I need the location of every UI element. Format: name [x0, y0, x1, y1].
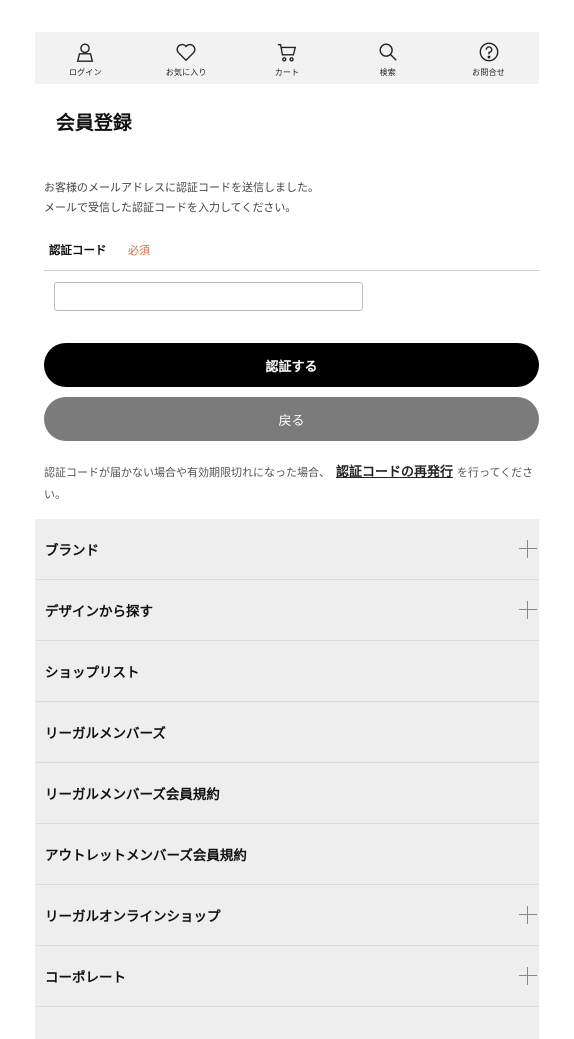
nav-favorites-label: お気に入り [165, 68, 207, 77]
plus-icon [519, 540, 537, 558]
menu-item-online-shop[interactable]: リーガルオンラインショップ [35, 885, 539, 946]
menu-item-label: ブランド [45, 543, 99, 559]
plus-icon [519, 967, 537, 985]
nav-cart-label: カート [274, 68, 300, 77]
menu-item-regal-members[interactable]: リーガルメンバーズ [35, 702, 539, 763]
page-container: ログイン お気に入り カート 検索 お問合せ 会員登録 お客様のメールアドレスに… [35, 32, 539, 1039]
question-icon [479, 42, 498, 62]
plus-icon [519, 906, 537, 924]
nav-favorites[interactable]: お気に入り [136, 32, 237, 84]
menu-item-label: ショップリスト [45, 665, 140, 681]
info-text: お客様のメールアドレスに認証コードを送信しました。 メールで受信した認証コードを… [44, 178, 319, 218]
nav-search[interactable]: 検索 [337, 32, 438, 84]
back-button[interactable]: 戻る [44, 397, 539, 441]
nav-login-label: ログイン [68, 68, 102, 77]
user-icon [77, 43, 94, 62]
info-line-2: メールで受信した認証コードを入力してください。 [44, 201, 297, 214]
menu-item-label: リーガルオンラインショップ [45, 909, 221, 925]
nav-contact[interactable]: お問合せ [438, 32, 539, 84]
menu-item-outlet-terms[interactable]: アウトレットメンバーズ会員規約 [35, 824, 539, 885]
menu-item-label: アウトレットメンバーズ会員規約 [45, 848, 247, 864]
menu-item-label: デザインから探す [45, 604, 153, 620]
verification-code-input[interactable] [54, 282, 363, 311]
nav-search-label: 検索 [379, 68, 396, 77]
menu-item-corporate[interactable]: コーポレート [35, 946, 539, 1007]
nav-login[interactable]: ログイン [35, 32, 136, 84]
nav-contact-label: お問合せ [472, 68, 505, 77]
resend-note: 認証コードが届かない場合や有効期限切れになった場合、 認証コードの再発行 を行ってく… [44, 462, 539, 506]
heart-icon [176, 43, 196, 62]
code-field-label: 認証コード [49, 243, 107, 257]
search-icon [379, 43, 397, 61]
menu-item-shop-list[interactable]: ショップリスト [35, 641, 539, 702]
menu-item-brand[interactable]: ブランド [35, 519, 539, 580]
nav-cart[interactable]: カート [237, 32, 338, 84]
footer-menu: ブランド デザインから探す ショップリスト リーガルメンバーズ リーガルメンバー… [35, 519, 539, 1039]
menu-item-members-terms[interactable]: リーガルメンバーズ会員規約 [35, 763, 539, 824]
note-text-before: 認証コードが届かない場合や有効期限切れになった場合、 [44, 466, 330, 479]
menu-item-label: リーガルメンバーズ [45, 726, 166, 742]
divider [44, 270, 539, 271]
menu-item-label: コーポレート [45, 970, 126, 986]
cart-icon [277, 43, 297, 62]
info-line-1: お客様のメールアドレスに認証コードを送信しました。 [44, 181, 319, 194]
top-navigation: ログイン お気に入り カート 検索 お問合せ [35, 32, 539, 84]
resend-code-link[interactable]: 認証コードの再発行 [336, 465, 453, 480]
menu-item-design-search[interactable]: デザインから探す [35, 580, 539, 641]
plus-icon [519, 601, 537, 619]
page-title: 会員登録 [56, 112, 133, 134]
menu-item-label: リーガルメンバーズ会員規約 [45, 787, 220, 803]
verify-button[interactable]: 認証する [44, 343, 539, 387]
required-badge: 必須 [128, 244, 150, 257]
